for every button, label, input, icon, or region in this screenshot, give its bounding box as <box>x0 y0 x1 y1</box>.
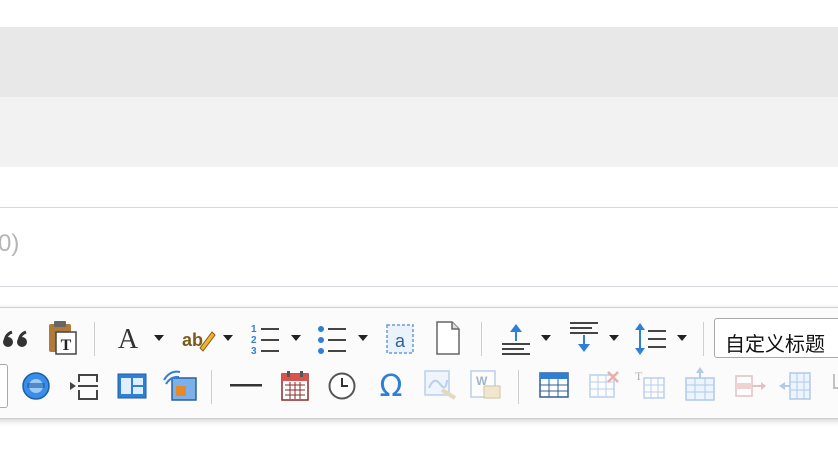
unordered-list-icon[interactable] <box>316 322 350 356</box>
row-spacing-bottom-icon[interactable] <box>568 320 602 354</box>
char-counter: 0) <box>0 230 20 257</box>
custom-heading-select[interactable]: 自定义标题 <box>714 318 838 358</box>
anchor-icon[interactable]: a <box>385 322 417 356</box>
ordered-list-icon[interactable]: 1 2 3 <box>249 322 283 356</box>
svg-text:T: T <box>635 369 643 383</box>
insert-table-icon[interactable] <box>538 370 570 400</box>
special-char-icon[interactable]: Ω <box>374 368 408 402</box>
svg-text:1: 1 <box>251 324 257 335</box>
svg-text:Ω: Ω <box>380 369 403 402</box>
header-band <box>0 27 838 97</box>
font-color-dropdown-icon[interactable] <box>153 334 165 342</box>
svg-text:2: 2 <box>251 335 257 346</box>
page-break-icon[interactable] <box>434 320 462 356</box>
insert-frame-icon[interactable] <box>20 370 52 402</box>
delete-row-icon[interactable] <box>734 372 768 400</box>
insert-paragraph-before-table-icon[interactable]: T <box>634 368 666 400</box>
row-spacing-top-dropdown-icon[interactable] <box>540 334 552 342</box>
horizontal-rule-icon[interactable] <box>230 384 262 388</box>
line-height-icon[interactable] <box>634 322 670 356</box>
insert-row-icon[interactable] <box>684 366 716 402</box>
title-input-row[interactable]: 0) <box>0 207 838 287</box>
svg-text:3: 3 <box>251 346 257 356</box>
toolbar-separator <box>481 322 482 356</box>
toolbar-separator <box>211 370 212 404</box>
font-size-select[interactable] <box>0 364 8 408</box>
template-icon[interactable] <box>116 371 148 401</box>
merge-cells-icon[interactable] <box>828 372 838 400</box>
background-image-icon[interactable] <box>162 368 198 402</box>
scrawl-icon[interactable] <box>422 368 458 402</box>
svg-text:T: T <box>61 337 72 354</box>
calendar-icon[interactable] <box>280 370 310 402</box>
custom-heading-select-value: 自定义标题 <box>725 334 825 356</box>
line-height-dropdown-icon[interactable] <box>676 334 688 342</box>
svg-text:ab: ab <box>182 330 203 350</box>
row-spacing-top-icon[interactable] <box>500 322 534 356</box>
paste-plaintext-icon[interactable]: T <box>46 320 78 356</box>
clock-icon[interactable] <box>327 371 357 401</box>
word-image-icon[interactable]: W <box>468 368 504 402</box>
ordered-list-dropdown-icon[interactable] <box>290 334 302 342</box>
toolbar-separator <box>703 322 704 356</box>
font-color-icon[interactable]: A <box>114 322 142 354</box>
highlight-dropdown-icon[interactable] <box>222 334 234 342</box>
svg-text:a: a <box>395 331 406 351</box>
subheader-band <box>0 97 838 167</box>
pagebreak-icon[interactable] <box>68 370 100 402</box>
row-spacing-bottom-dropdown-icon[interactable] <box>608 334 620 342</box>
highlight-color-icon[interactable]: ab <box>180 324 216 354</box>
toolbar-separator <box>94 322 95 356</box>
blockquote-icon[interactable] <box>2 326 32 352</box>
toolbar-separator <box>518 370 519 404</box>
insert-column-icon[interactable] <box>778 370 812 402</box>
delete-table-icon[interactable] <box>588 370 620 400</box>
unordered-list-dropdown-icon[interactable] <box>357 334 369 342</box>
svg-text:A: A <box>118 324 139 354</box>
